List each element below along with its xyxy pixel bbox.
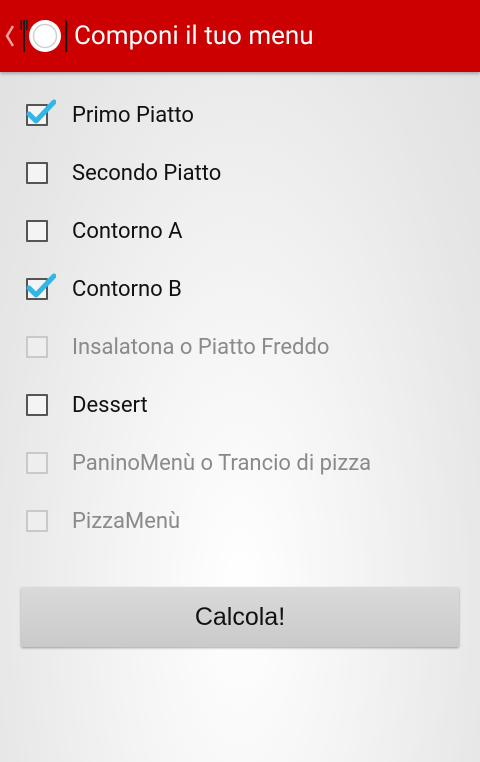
plate-fork-knife-icon[interactable] [20,16,70,56]
checkbox-label: Insalatona o Piatto Freddo [72,335,330,360]
calculate-button[interactable]: Calcola! [21,587,459,647]
checkbox-label: Contorno B [72,277,182,302]
checkbox-label: PaninoMenù o Trancio di pizza [72,451,372,476]
checkbox [26,336,48,358]
checkbox-row-panino: PaninoMenù o Trancio di pizza [0,436,480,494]
checkbox-row-contorno-b[interactable]: Contorno B [0,262,480,320]
checkbox[interactable] [26,394,48,416]
checkmark-icon [26,99,56,124]
checkbox-row-insalatona: Insalatona o Piatto Freddo [0,320,480,378]
checkbox-label: Contorno A [72,219,183,244]
checkmark-icon [26,273,56,298]
checkbox-label: Dessert [72,393,148,418]
checkbox-row-pizza: PizzaMenù [0,494,480,552]
checkbox[interactable] [26,220,48,242]
checkbox-row-primo[interactable]: Primo Piatto [0,88,480,146]
checkbox-label: PizzaMenù [72,509,181,534]
chevron-left-icon[interactable] [4,22,16,50]
checkbox [26,510,48,532]
page-title: Componi il tuo menu [74,21,314,51]
checkbox-label: Primo Piatto [72,103,194,128]
checkbox[interactable] [26,162,48,184]
checkbox-row-contorno-a[interactable]: Contorno A [0,204,480,262]
checkbox-label: Secondo Piatto [72,161,222,186]
checkbox-row-dessert[interactable]: Dessert [0,378,480,436]
checkbox [26,452,48,474]
action-bar: Componi il tuo menu [0,0,480,72]
checkbox-row-secondo[interactable]: Secondo Piatto [0,146,480,204]
